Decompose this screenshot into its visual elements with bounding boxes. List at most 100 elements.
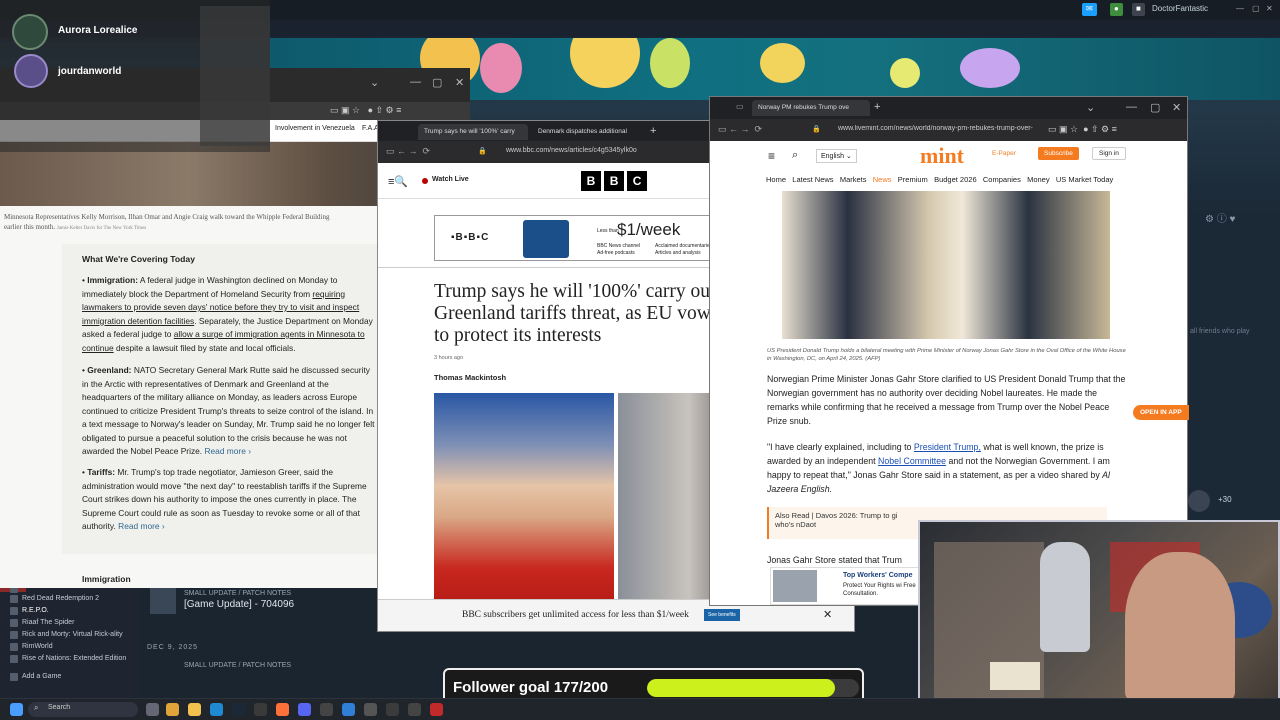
app-icon[interactable] (166, 703, 179, 716)
library-item[interactable]: Red Dead Redemption 2 (0, 592, 160, 604)
menu-icon[interactable]: ≡ (768, 149, 775, 163)
library-item[interactable]: R.E.P.O. (0, 604, 160, 616)
epaper-link[interactable]: E-Paper (992, 150, 1016, 157)
tab-denmark[interactable]: Denmark dispatches additional (532, 124, 642, 140)
friends-count: +30 (1218, 495, 1232, 504)
maximize-icon[interactable]: ▢ (1150, 101, 1160, 114)
search-icon[interactable]: ⌕ (792, 149, 798, 162)
mint-tab-strip: ▭ Norway PM rebukes Trump ove + ⌄ — ▢ ✕ (710, 97, 1187, 119)
library-item[interactable]: RimWorld (0, 640, 160, 652)
windows-start-icon[interactable] (10, 703, 23, 716)
nav-link[interactable]: Premium (898, 175, 928, 184)
new-tab-icon[interactable]: + (650, 125, 656, 137)
mint-header: ≡ ⌕ English ⌄ mint E-Paper Subscribe Sig… (710, 141, 1187, 171)
ad-title: Top Workers' Compe (843, 572, 913, 579)
mint-logo[interactable]: mint (920, 143, 964, 169)
live-dot-icon (422, 178, 428, 184)
nav-link[interactable]: Budget 2026 (934, 175, 977, 184)
new-tab-icon[interactable]: + (874, 101, 880, 113)
nav-link[interactable]: Involvement in Venezuela (275, 125, 355, 132)
ad-item: BBC News channel (597, 243, 641, 249)
watch-live-link[interactable]: Watch Live (432, 176, 469, 183)
goal-label: Follower goal 177/200 (453, 679, 609, 696)
goal-progress-fill (647, 679, 835, 697)
nav-arrows-icon[interactable]: ▭ ← → ⟳ (718, 124, 762, 135)
library-item[interactable]: Rise of Nations: Extended Edition (0, 652, 160, 664)
toolbar-icons[interactable]: ▭ ▣ ☆ ● ⇧ ⚙ ≡ (330, 105, 401, 116)
ad-text: Protect Your Rights wi Free Consultation… (843, 583, 916, 597)
app-icon[interactable] (254, 703, 267, 716)
maximize-icon[interactable]: ▢ (432, 76, 442, 89)
tab-bbc-article[interactable]: Trump says he will '100%' carry (418, 124, 528, 140)
user-name[interactable]: DoctorFantastic (1148, 3, 1212, 16)
signin-button[interactable]: Sign in (1092, 147, 1126, 160)
chevron-down-icon[interactable]: ⌄ (370, 76, 379, 89)
steam-library-list: med Out Red Dead Redemption 2 R.E.P.O. R… (0, 582, 160, 700)
friend-avatar[interactable] (1188, 490, 1210, 512)
language-select[interactable]: English ⌄ (816, 149, 857, 163)
subscription-ad[interactable]: ▪B▪B▪C Less than $1/week BBC News channe… (434, 215, 734, 261)
close-icon[interactable]: ✕ (823, 608, 832, 621)
nav-link[interactable]: Markets (840, 175, 867, 184)
news-title[interactable]: [Game Update] - 704096 (184, 599, 294, 610)
minimize-icon[interactable]: — (410, 76, 421, 88)
close-icon[interactable]: ✕ (1172, 101, 1181, 114)
minimize-icon[interactable]: — (1126, 101, 1137, 113)
app-icon[interactable] (386, 703, 399, 716)
app-icon[interactable] (408, 703, 421, 716)
bbc-logo[interactable]: B B C (581, 171, 648, 191)
steam-settings-icons[interactable]: ⚙ ⓘ ♥ (1205, 210, 1275, 225)
tab-grid-icon[interactable]: ▭ (736, 102, 744, 111)
subscribe-button[interactable]: Subscribe (1038, 147, 1079, 160)
firefox-icon[interactable] (276, 703, 289, 716)
app-icon[interactable] (342, 703, 355, 716)
news-thumbnail (150, 588, 176, 614)
library-item[interactable]: Riaaf The Spider (0, 616, 160, 628)
edge-icon[interactable] (210, 703, 223, 716)
add-game-button[interactable]: Add a Game (0, 670, 160, 682)
notification-icon[interactable]: ✉ (1082, 3, 1097, 16)
read-more-link[interactable]: Read more › (204, 446, 251, 456)
url-text[interactable]: www.livemint.com/news/world/norway-pm-re… (838, 125, 1043, 132)
chat-username: Aurora Lorealice (58, 25, 138, 36)
inline-link[interactable]: Nobel Committee (878, 456, 946, 466)
user-avatar[interactable]: ■ (1132, 3, 1145, 16)
open-in-app-button[interactable]: OPEN IN APP (1133, 405, 1189, 420)
mint-address-bar[interactable]: ▭ ← → ⟳ 🔒 www.livemint.com/news/world/no… (710, 119, 1187, 141)
goal-progress-track (647, 679, 859, 697)
tab-mint-article[interactable]: Norway PM rebukes Trump ove (752, 100, 870, 116)
task-view-icon[interactable] (146, 703, 159, 716)
ad-image (773, 570, 817, 602)
bullet-immigration: • Immigration: A federal judge in Washin… (82, 275, 373, 353)
steam-icon[interactable] (232, 703, 245, 716)
nav-link[interactable]: Companies (983, 175, 1021, 184)
file-explorer-icon[interactable] (188, 703, 201, 716)
nav-arrows-icon[interactable]: ▭ ← → ⟳ (386, 146, 430, 157)
menu-search-icon[interactable]: ≡🔍 (388, 175, 408, 188)
toolbar-icons[interactable]: ▭ ▣ ☆ ● ⇧ ⚙ ≡ (1048, 124, 1117, 135)
discord-icon[interactable] (298, 703, 311, 716)
url-text[interactable]: www.bbc.com/news/articles/c4g5345ylk0o (506, 147, 637, 154)
close-icon[interactable]: ✕ (455, 76, 464, 89)
minimize-icon[interactable]: — (1232, 3, 1248, 16)
nav-link[interactable]: Money (1027, 175, 1050, 184)
nav-link[interactable]: US Market Today (1056, 175, 1113, 184)
nav-link-active[interactable]: News (873, 175, 892, 184)
nav-link[interactable]: Home (766, 175, 786, 184)
inline-link[interactable]: President Trump, (914, 442, 981, 452)
app-icon[interactable] (430, 703, 443, 716)
app-icon[interactable] (320, 703, 333, 716)
close-icon[interactable]: ✕ (1262, 3, 1277, 16)
search-box[interactable]: ⌕ Search (28, 702, 138, 717)
see-benefits-button[interactable]: See benefits (704, 609, 740, 621)
app-icon[interactable] (364, 703, 377, 716)
article-paragraph-quote: "I have clearly explained, including to … (767, 442, 1110, 494)
library-item[interactable]: Rick and Morty: Virtual Rick-ality (0, 628, 160, 640)
news-date: DEC 9, 2025 (147, 644, 199, 651)
friends-icon[interactable]: ● (1110, 3, 1123, 16)
nav-link[interactable]: Latest News (792, 175, 833, 184)
sponsored-ad[interactable]: Top Workers' Compe Protect Your Rights w… (770, 567, 920, 605)
robot-figure (1040, 542, 1090, 652)
read-more-link[interactable]: Read more › (118, 521, 165, 531)
chevron-down-icon[interactable]: ⌄ (1086, 101, 1095, 114)
